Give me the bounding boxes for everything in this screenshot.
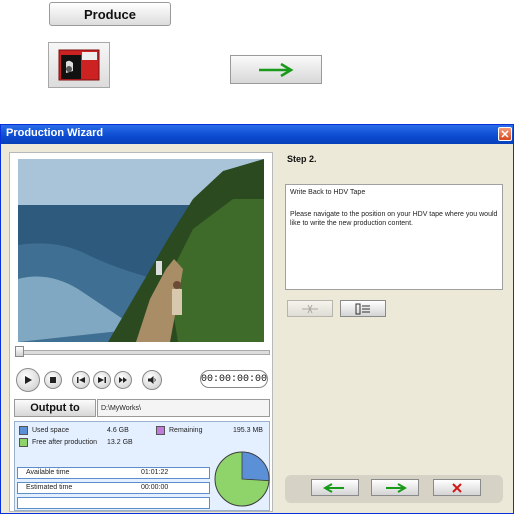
disk-usage-pie [214,451,270,507]
back-button[interactable] [311,479,359,496]
progress-row [17,497,210,509]
list-icon [355,303,370,314]
available-time-value: 01:01:22 [141,469,169,476]
pie-used [241,451,270,482]
speaker-icon [148,376,156,384]
next-frame-button[interactable] [93,371,111,389]
used-space-swatch [19,426,28,435]
estimated-time-value: 00:00:00 [141,484,169,491]
fast-forward-icon [119,377,127,383]
window-title: Production Wizard [6,127,104,139]
chapter-list-button[interactable] [340,300,386,317]
used-space-label: Used space [32,427,69,434]
play-icon [25,376,32,384]
remaining-value: 195.3 MB [233,427,263,434]
step-description-box: Write Back to HDV Tape Please navigate t… [285,184,503,290]
wizard-nav-strip [285,475,503,503]
cancel-x-icon [452,482,462,493]
stop-button[interactable] [44,371,62,389]
remaining-label: Remaining [169,427,203,434]
disk-info-panel: Used space 4.6 GB Remaining 195.3 MB Fre… [14,421,270,511]
arrow-left-icon [323,482,344,493]
seek-thumb[interactable] [15,346,24,357]
step-description-title: Write Back to HDV Tape [290,189,366,196]
hdv-tape-button[interactable] [48,42,110,88]
cancel-button[interactable] [433,479,481,496]
free-space-value: 13.2 GB [107,439,133,446]
remaining-swatch [156,426,165,435]
video-preview [18,159,264,342]
free-space-swatch [19,438,28,447]
preview-image [18,159,264,342]
step-back-icon [77,377,85,383]
available-time-row: Available time 01:01:22 [17,467,210,479]
step-forward-icon [98,377,106,383]
production-wizard-window: Production Wizard ✕ 00:00:00:00 Output t… [0,124,514,514]
estimated-time-row: Estimated time 00:00:00 [17,482,210,494]
preview-panel: 00:00:00:00 Output to D:\MyWorks\ Used s… [9,152,273,512]
timecode-display: 00:00:00:00 [200,370,268,388]
cut-icon [302,304,318,313]
used-space-value: 4.6 GB [107,427,129,434]
estimated-time-label: Estimated time [26,484,73,491]
next-button[interactable] [371,479,419,496]
arrow-right-icon [386,482,407,493]
free-space-label: Free after production [32,439,97,446]
play-button[interactable] [16,368,40,392]
output-to-button[interactable]: Output to [14,399,96,417]
step-label: Step 2. [287,154,317,164]
mark-in-button[interactable] [287,300,333,317]
available-time-label: Available time [26,469,70,476]
seek-slider[interactable] [15,350,270,355]
close-button[interactable]: ✕ [498,127,512,141]
output-path-field[interactable]: D:\MyWorks\ [97,399,270,417]
previous-frame-button[interactable] [72,371,90,389]
wizard-panel: Step 2. Write Back to HDV Tape Please na… [277,152,509,512]
fast-forward-button[interactable] [114,371,132,389]
arrow-right-icon [259,62,294,77]
produce-button[interactable]: Produce [49,2,171,26]
volume-button[interactable] [142,370,162,390]
hdv-tape-icon [58,49,100,81]
stop-icon [50,377,56,383]
step-description-text: Please navigate to the position on your … [290,211,498,227]
next-step-button[interactable] [230,55,322,84]
